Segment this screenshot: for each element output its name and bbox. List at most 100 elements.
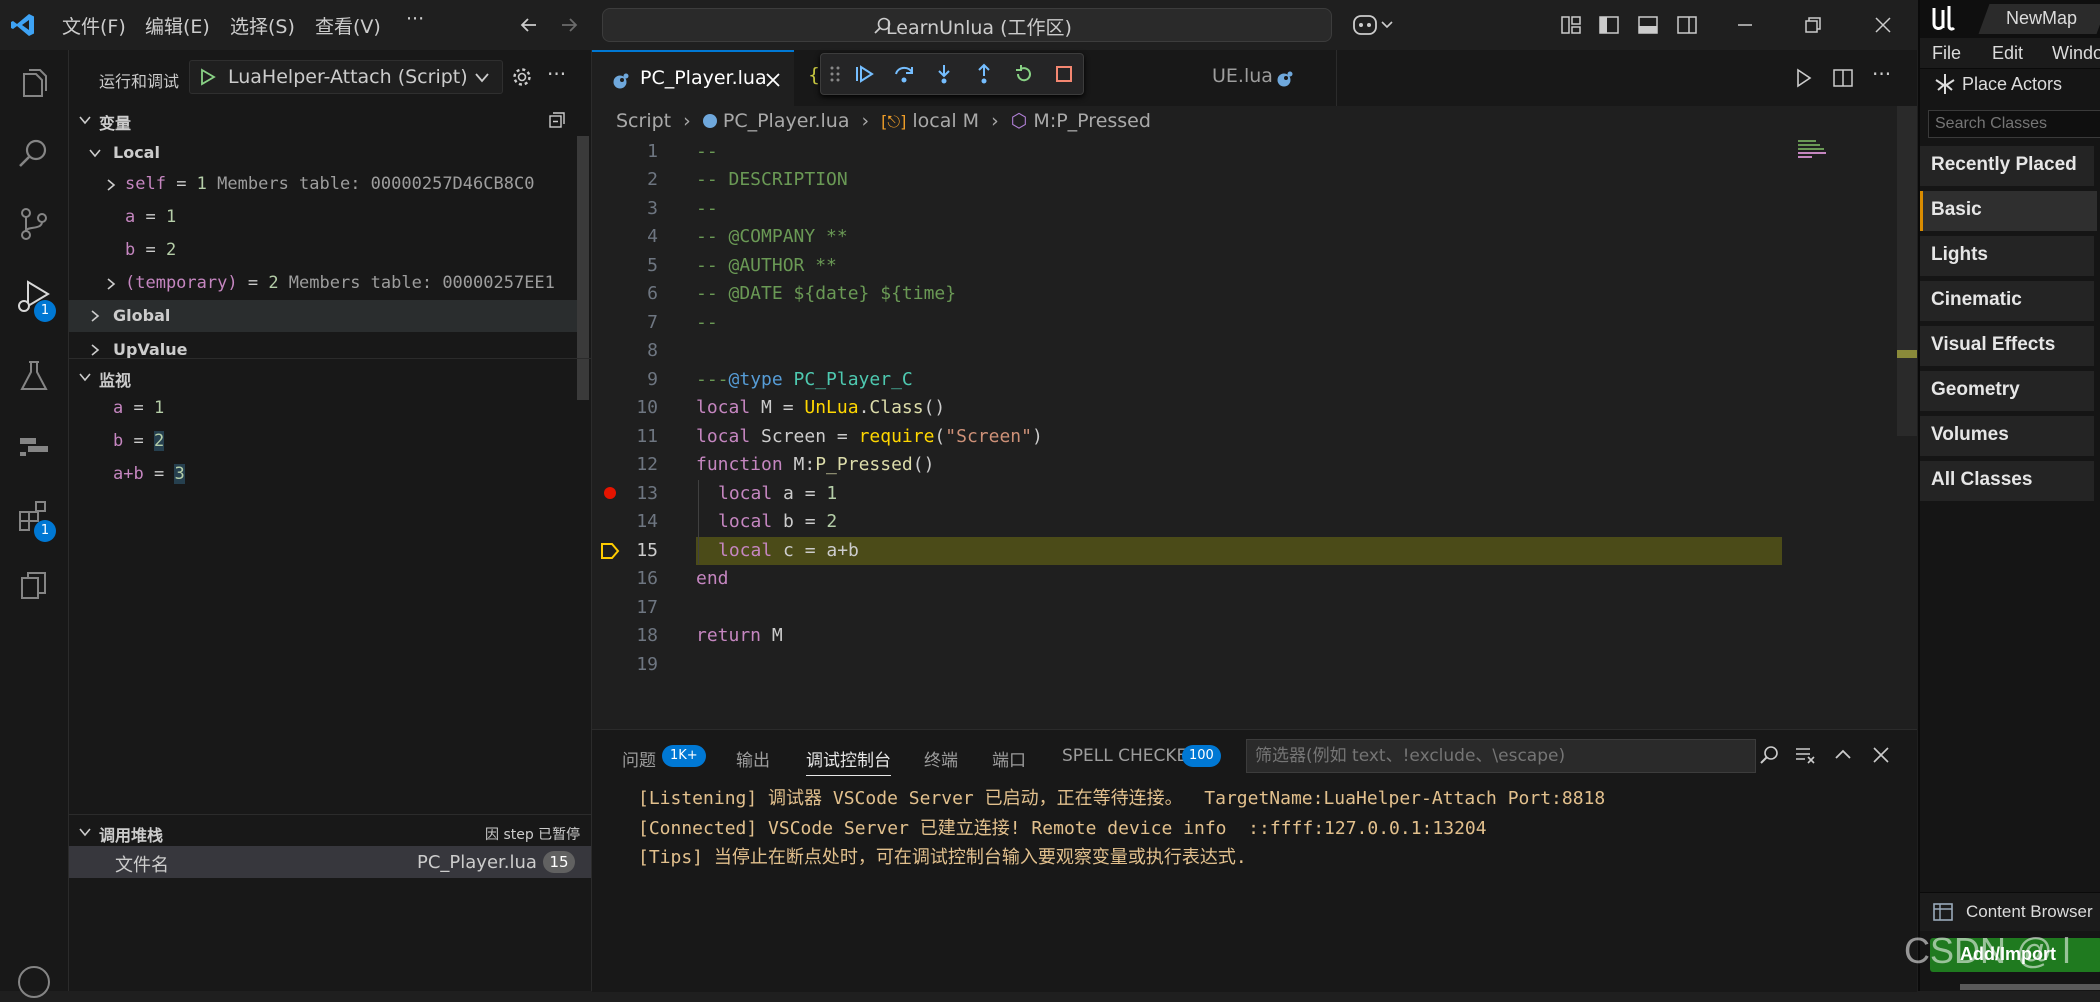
variables-scrollbar[interactable]	[577, 136, 589, 400]
scope-local[interactable]: Local	[113, 143, 160, 162]
gear-icon[interactable]	[511, 66, 533, 88]
watch-section-title[interactable]: 监视	[99, 367, 131, 391]
debug-config-select[interactable]: LuaHelper-Attach (Script)	[189, 60, 503, 94]
unreal-menu-file[interactable]: File	[1932, 43, 1961, 64]
variable-self[interactable]: self = 1 Members table: 00000257D46CB8C0	[125, 174, 534, 194]
source-control-icon[interactable]	[14, 204, 54, 244]
category-all-classes[interactable]: All Classes	[1920, 461, 2094, 501]
variable-b[interactable]: b = 2	[125, 240, 176, 260]
step-into-icon[interactable]	[933, 63, 955, 85]
account-icon[interactable]	[14, 962, 54, 1002]
tab-ports[interactable]: 端口	[992, 746, 1026, 771]
editor-scrollbar[interactable]	[1897, 106, 1917, 436]
category-recently-placed[interactable]: Recently Placed	[1920, 146, 2094, 186]
console-filter-input[interactable]	[1246, 739, 1756, 773]
toggle-secondary-sidebar-icon[interactable]	[1676, 14, 1698, 36]
run-debug-title: 运行和调试	[99, 72, 180, 91]
menu-selection[interactable]: 选择(S)	[230, 12, 295, 39]
variable-a[interactable]: a = 1	[125, 207, 176, 227]
toggle-primary-sidebar-icon[interactable]	[1598, 14, 1620, 36]
scope-global-row[interactable]: Global	[69, 300, 577, 332]
chevron-right-icon[interactable]	[103, 276, 119, 292]
find-icon[interactable]	[1758, 744, 1780, 766]
chevron-right-icon[interactable]	[87, 342, 103, 358]
tab-ue-lua-label[interactable]: UE.lua	[1212, 65, 1273, 87]
toggle-panel-icon[interactable]	[1637, 14, 1659, 36]
tab-spell-checker[interactable]: SPELL CHECKER	[1062, 746, 1199, 766]
scope-upvalue[interactable]: UpValue	[113, 340, 187, 359]
category-geometry[interactable]: Geometry	[1920, 371, 2094, 411]
run-debug-icon[interactable]: 1	[14, 276, 56, 322]
breadcrumb-file[interactable]: PC_Player.lua	[723, 110, 850, 132]
forward-arrow-icon[interactable]	[558, 14, 580, 36]
close-icon[interactable]	[764, 71, 782, 89]
unreal-scrollbar[interactable]	[1960, 984, 2100, 990]
unreal-menu-edit[interactable]: Edit	[1992, 43, 2023, 64]
more-actions-icon[interactable]: ···	[547, 62, 566, 86]
callstack-section-title[interactable]: 调用堆栈	[99, 822, 163, 846]
split-editor-icon[interactable]	[1832, 67, 1854, 89]
content-browser-tab[interactable]: Content Browser	[1920, 892, 2100, 931]
menu-file[interactable]: 文件(F)	[62, 12, 126, 39]
menu-more[interactable]: ···	[406, 8, 424, 30]
menu-edit[interactable]: 编辑(E)	[145, 12, 210, 39]
category-basic[interactable]: Basic	[1920, 191, 2097, 231]
category-volumes[interactable]: Volumes	[1920, 416, 2094, 456]
breadcrumb-method[interactable]: M:P_Pressed	[1033, 110, 1151, 132]
variables-section-title[interactable]: 变量	[99, 110, 131, 134]
clear-console-icon[interactable]	[1794, 744, 1816, 766]
restore-icon[interactable]	[1802, 14, 1824, 36]
tab-terminal[interactable]: 终端	[924, 746, 958, 771]
tab-problems[interactable]: 问题	[622, 746, 656, 771]
tab-pc-player[interactable]: PC_Player.lua	[592, 50, 794, 108]
chevron-down-icon[interactable]	[77, 112, 93, 128]
chevron-right-icon[interactable]	[103, 177, 119, 193]
tab-output[interactable]: 输出	[736, 746, 770, 771]
start-debugging-icon[interactable]	[198, 68, 216, 86]
breadcrumb-script[interactable]: Script	[616, 110, 671, 132]
extensions-icon[interactable]: 1	[14, 496, 56, 542]
customize-layout-icon[interactable]	[1560, 14, 1582, 36]
back-arrow-icon[interactable]	[518, 14, 540, 36]
variable-temporary[interactable]: (temporary) = 2 Members table: 00000257E…	[125, 273, 555, 293]
copy-pages-icon[interactable]	[14, 566, 54, 606]
explorer-icon[interactable]	[14, 64, 54, 104]
callstack-frame[interactable]: 文件名 PC_Player.lua 15	[69, 846, 591, 878]
category-lights[interactable]: Lights	[1920, 236, 2094, 276]
stop-icon[interactable]	[1053, 63, 1075, 85]
watch-item-a-plus-b[interactable]: a+b = 3	[113, 464, 185, 484]
category-visual-effects[interactable]: Visual Effects	[1920, 326, 2094, 366]
minimize-icon[interactable]	[1734, 14, 1756, 36]
testing-icon[interactable]	[14, 356, 54, 396]
chevron-down-icon[interactable]	[77, 824, 93, 840]
chevron-down-icon[interactable]	[87, 145, 103, 161]
close-window-icon[interactable]	[1872, 14, 1894, 36]
watch-item-a[interactable]: a = 1	[113, 398, 164, 418]
editor-more-icon[interactable]: ···	[1872, 62, 1891, 86]
remote-explorer-icon[interactable]	[14, 426, 54, 466]
minimap[interactable]	[1798, 138, 1838, 168]
menu-view[interactable]: 查看(V)	[315, 12, 381, 39]
scope-global: Global	[113, 306, 171, 325]
chevron-down-icon[interactable]	[77, 369, 93, 385]
breadcrumb: Script › PC_Player.lua › [⎋] local M › ⬡…	[616, 110, 1151, 132]
command-center-search[interactable]: LearnUnlua (工作区)	[602, 8, 1332, 42]
maximize-panel-icon[interactable]	[1832, 744, 1854, 766]
restart-icon[interactable]	[1013, 63, 1035, 85]
close-panel-icon[interactable]	[1870, 744, 1892, 766]
search-icon[interactable]	[14, 134, 54, 174]
category-cinematic[interactable]: Cinematic	[1920, 281, 2094, 321]
watch-item-b[interactable]: b = 2	[113, 431, 165, 451]
run-icon[interactable]	[1792, 67, 1814, 89]
drag-handle-icon[interactable]	[829, 65, 841, 83]
search-classes-input[interactable]	[1928, 110, 2100, 138]
breadcrumb-local-m[interactable]: local M	[912, 110, 979, 132]
continue-icon[interactable]	[853, 63, 875, 85]
code-editor[interactable]: Script › PC_Player.lua › [⎋] local M › ⬡…	[592, 106, 1917, 728]
collapse-all-icon[interactable]	[547, 110, 567, 130]
copilot-icon[interactable]	[1352, 12, 1396, 38]
step-out-icon[interactable]	[973, 63, 995, 85]
tab-debug-console[interactable]: 调试控制台	[806, 746, 891, 776]
unreal-menu-window[interactable]: Windo	[2052, 43, 2100, 64]
step-over-icon[interactable]	[893, 63, 915, 85]
